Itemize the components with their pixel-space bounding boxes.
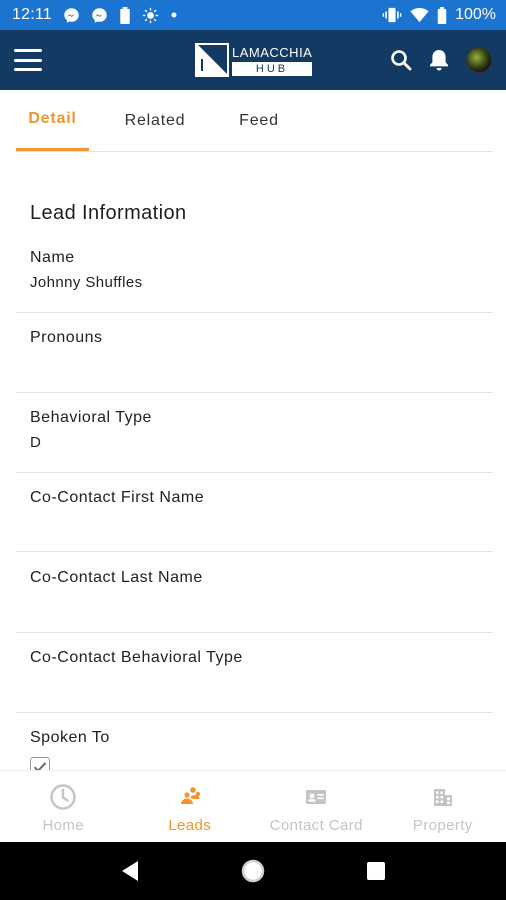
back-icon[interactable] [120, 860, 140, 882]
sun-icon [142, 7, 159, 24]
logo-text-bottom: HUB [232, 61, 312, 76]
tab-related[interactable]: Related [89, 90, 221, 151]
checkmark-icon [33, 762, 47, 770]
leads-icon [178, 783, 202, 811]
record-tabs: Detail Related Feed [16, 90, 493, 152]
detail-content: Lead Information Name Johnny Shuffles Pr… [0, 152, 506, 770]
battery-percent: 100% [455, 6, 496, 23]
menu-icon[interactable] [14, 49, 42, 71]
field-label: Spoken To [30, 729, 110, 746]
home-circle-icon[interactable] [240, 858, 266, 884]
wifi-icon [410, 7, 429, 23]
tab-feed[interactable]: Feed [221, 90, 297, 151]
nav-label: Contact Card [269, 817, 363, 834]
nav-property[interactable]: Property [380, 771, 506, 842]
messenger-icon [91, 7, 108, 24]
system-navigation-bar [0, 842, 506, 900]
building-icon [432, 783, 454, 811]
nav-leads[interactable]: Leads [127, 771, 254, 842]
vibrate-icon [382, 7, 402, 23]
field-spoken-to: Spoken To [16, 729, 493, 770]
field-label: Name [30, 249, 75, 266]
user-avatar[interactable] [466, 47, 492, 73]
logo-mark-icon [195, 43, 229, 77]
field-value: Johnny Shuffles [30, 274, 143, 291]
status-bar: 12:11 100% [0, 0, 506, 30]
nav-home[interactable]: Home [0, 771, 127, 842]
nav-label: Leads [168, 817, 212, 834]
recents-square-icon[interactable] [366, 861, 386, 881]
field-value: D [30, 434, 42, 451]
clock-icon [49, 783, 77, 811]
field-label: Co-Contact First Name [30, 489, 205, 506]
status-time: 12:11 [12, 6, 52, 23]
nav-label: Property [412, 817, 473, 834]
nav-label: Home [42, 817, 85, 834]
nav-contact-card[interactable]: Contact Card [253, 771, 380, 842]
field-label: Co-Contact Behavioral Type [30, 649, 243, 666]
bottom-navigation: Home Leads Contact Card Property [0, 770, 506, 842]
field-label: Co-Contact Last Name [30, 569, 203, 586]
notifications-bell-icon[interactable] [428, 48, 450, 72]
field-behavioral-type: Behavioral Type D [16, 409, 493, 473]
app-bar: LAMACCHIA HUB [0, 30, 506, 90]
messenger-icon [63, 7, 80, 24]
field-name: Name Johnny Shuffles [16, 249, 493, 313]
battery-saver-icon [119, 6, 131, 24]
field-pronouns: Pronouns [16, 329, 493, 393]
tab-detail[interactable]: Detail [16, 90, 89, 151]
battery-icon [437, 6, 447, 24]
app-logo: LAMACCHIA HUB [195, 42, 313, 78]
field-co-contact-behavioral-type: Co-Contact Behavioral Type [16, 649, 493, 713]
field-co-contact-last-name: Co-Contact Last Name [16, 569, 493, 633]
field-label: Behavioral Type [30, 409, 152, 426]
section-title: Lead Information [30, 202, 187, 224]
dot-icon [170, 11, 178, 19]
field-label: Pronouns [30, 329, 103, 346]
search-icon[interactable] [390, 49, 412, 71]
spoken-to-checkbox[interactable] [30, 757, 50, 770]
contact-card-icon [305, 783, 327, 811]
logo-text-top: LAMACCHIA [232, 44, 313, 60]
field-co-contact-first-name: Co-Contact First Name [16, 489, 493, 552]
